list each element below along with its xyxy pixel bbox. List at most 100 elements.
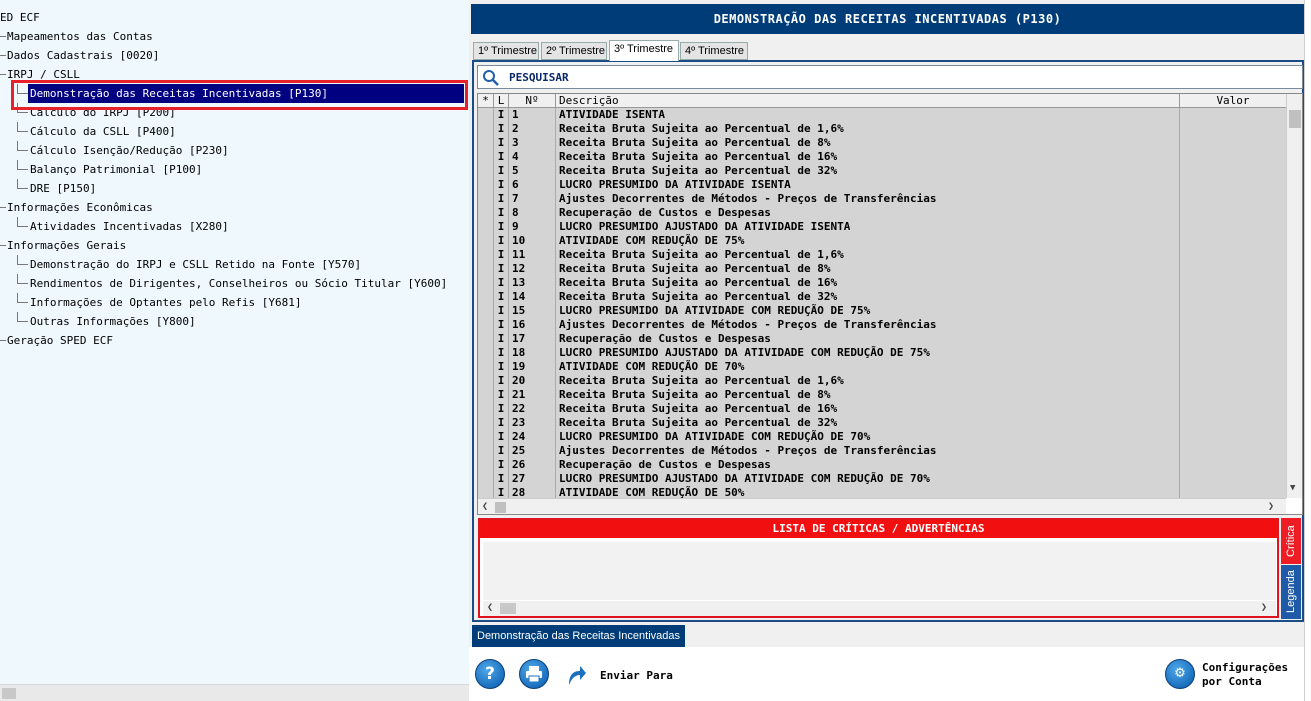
table-row[interactable]: I 8 Recuperação de Custos e Despesas <box>478 206 1286 220</box>
header-l[interactable]: L <box>494 94 509 108</box>
cell-number[interactable]: 1 <box>509 108 556 122</box>
cell-description[interactable]: Receita Bruta Sujeita ao Percentual de 1… <box>556 374 1180 388</box>
scroll-right-icon[interactable]: ❯ <box>1261 602 1267 613</box>
cell-valor[interactable] <box>1180 234 1286 248</box>
table-row[interactable]: I 19 ATIVIDADE COM REDUÇÃO DE 70% <box>478 360 1286 374</box>
send-arrow-icon[interactable] <box>565 663 587 687</box>
tab-legenda[interactable]: Legenda <box>1281 565 1301 619</box>
tab-trimestre-4[interactable]: 4º Trimestre <box>680 42 748 60</box>
cell-description[interactable]: Receita Bruta Sujeita ao Percentual de 1… <box>556 402 1180 416</box>
table-row[interactable]: I 25 Ajustes Decorrentes de Métodos - Preç… <box>478 444 1286 458</box>
cell-description[interactable]: ATIVIDADE COM REDUÇÃO DE 70% <box>556 360 1180 374</box>
tree-node[interactable]: Informações Gerais <box>0 236 469 255</box>
cell-star[interactable] <box>478 472 494 486</box>
cell-star[interactable] <box>478 248 494 262</box>
cell-valor[interactable] <box>1180 346 1286 360</box>
cell-description[interactable]: Recuperação de Custos e Despesas <box>556 206 1180 220</box>
cell-star[interactable] <box>478 458 494 472</box>
cell-valor[interactable] <box>1180 304 1286 318</box>
cell-description[interactable]: Receita Bruta Sujeita ao Percentual de 8… <box>556 262 1180 276</box>
cell-l[interactable]: I <box>494 206 509 220</box>
cell-number[interactable]: 17 <box>509 332 556 346</box>
cell-number[interactable]: 25 <box>509 444 556 458</box>
cell-l[interactable]: I <box>494 262 509 276</box>
cell-description[interactable]: LUCRO PRESUMIDO AJUSTADO DA ATIVIDADE IS… <box>556 220 1180 234</box>
cell-number[interactable]: 9 <box>509 220 556 234</box>
cell-l[interactable]: I <box>494 178 509 192</box>
cell-description[interactable]: LUCRO PRESUMIDO AJUSTADO DA ATIVIDADE CO… <box>556 346 1180 360</box>
cell-star[interactable] <box>478 444 494 458</box>
cell-description[interactable]: Receita Bruta Sujeita ao Percentual de 8… <box>556 388 1180 402</box>
cell-l[interactable]: I <box>494 360 509 374</box>
cell-number[interactable]: 23 <box>509 416 556 430</box>
cell-star[interactable] <box>478 430 494 444</box>
header-description[interactable]: Descrição <box>556 94 1180 108</box>
tree-node[interactable]: Demonstração do IRPJ e CSLL Retido na Fo… <box>0 255 469 274</box>
cell-l[interactable]: I <box>494 346 509 360</box>
table-row[interactable]: I 1 ATIVIDADE ISENTA <box>478 108 1286 122</box>
table-row[interactable]: I 20 Receita Bruta Sujeita ao Percentual d… <box>478 374 1286 388</box>
table-row[interactable]: I 27 LUCRO PRESUMIDO AJUSTADO DA ATIVIDADE… <box>478 472 1286 486</box>
cell-valor[interactable] <box>1180 150 1286 164</box>
table-row[interactable]: I 11 Receita Bruta Sujeita ao Percentual d… <box>478 248 1286 262</box>
cell-star[interactable] <box>478 234 494 248</box>
cell-number[interactable]: 8 <box>509 206 556 220</box>
table-row[interactable]: I 10 ATIVIDADE COM REDUÇÃO DE 75% <box>478 234 1286 248</box>
cell-valor[interactable] <box>1180 472 1286 486</box>
scroll-left-icon[interactable]: ❮ <box>487 602 493 613</box>
table-row[interactable]: I 14 Receita Bruta Sujeita ao Percentual d… <box>478 290 1286 304</box>
cell-number[interactable]: 13 <box>509 276 556 290</box>
cell-star[interactable] <box>478 318 494 332</box>
cell-valor[interactable] <box>1180 458 1286 472</box>
table-row[interactable]: I 26 Recuperação de Custos e Despesas <box>478 458 1286 472</box>
tree-node[interactable]: Mapeamentos das Contas <box>0 27 469 46</box>
tree-node[interactable]: Cálculo da CSLL [P400] <box>0 122 469 141</box>
cell-star[interactable] <box>478 220 494 234</box>
table-row[interactable]: I 24 LUCRO PRESUMIDO DA ATIVIDADE COM REDU… <box>478 430 1286 444</box>
cell-l[interactable]: I <box>494 248 509 262</box>
cell-star[interactable] <box>478 192 494 206</box>
tree-node[interactable]: Cálculo Isenção/Redução [P230] <box>0 141 469 160</box>
tree-node[interactable]: Informações de Optantes pelo Refis [Y681… <box>0 293 469 312</box>
cell-description[interactable]: ATIVIDADE ISENTA <box>556 108 1180 122</box>
cell-l[interactable]: I <box>494 136 509 150</box>
tree-node[interactable]: Geração SPED ECF <box>0 331 469 350</box>
cell-number[interactable]: 22 <box>509 402 556 416</box>
cell-l[interactable]: I <box>494 164 509 178</box>
cell-valor[interactable] <box>1180 290 1286 304</box>
cell-valor[interactable] <box>1180 220 1286 234</box>
scroll-down-icon[interactable]: ▼ <box>1290 483 1295 493</box>
help-button[interactable]: ? <box>475 659 505 689</box>
cell-description[interactable]: ATIVIDADE COM REDUÇÃO DE 75% <box>556 234 1180 248</box>
tree-node[interactable]: Rendimentos de Dirigentes, Conselheiros … <box>0 274 469 293</box>
table-row[interactable]: I 7 Ajustes Decorrentes de Métodos - Preço… <box>478 192 1286 206</box>
print-button[interactable] <box>519 659 549 689</box>
cell-valor[interactable] <box>1180 430 1286 444</box>
cell-star[interactable] <box>478 276 494 290</box>
cell-description[interactable]: Receita Bruta Sujeita ao Percentual de 1… <box>556 122 1180 136</box>
cell-valor[interactable] <box>1180 332 1286 346</box>
cell-valor[interactable] <box>1180 374 1286 388</box>
cell-number[interactable]: 16 <box>509 318 556 332</box>
cell-number[interactable]: 15 <box>509 304 556 318</box>
tree-node-selected[interactable]: Demonstração das Receitas Incentivadas [… <box>0 84 469 103</box>
cell-number[interactable]: 19 <box>509 360 556 374</box>
cell-description[interactable]: Receita Bruta Sujeita ao Percentual de 3… <box>556 290 1180 304</box>
cell-l[interactable]: I <box>494 458 509 472</box>
tree-node[interactable]: Dados Cadastrais [0020] <box>0 46 469 65</box>
cell-star[interactable] <box>478 108 494 122</box>
cell-star[interactable] <box>478 290 494 304</box>
cell-star[interactable] <box>478 416 494 430</box>
cell-number[interactable]: 21 <box>509 388 556 402</box>
cell-description[interactable]: Receita Bruta Sujeita ao Percentual de 8… <box>556 136 1180 150</box>
cell-star[interactable] <box>478 150 494 164</box>
cell-number[interactable]: 24 <box>509 430 556 444</box>
cell-l[interactable]: I <box>494 374 509 388</box>
tree-node[interactable]: Outras Informações [Y800] <box>0 312 469 331</box>
header-valor[interactable]: Valor <box>1180 94 1286 108</box>
cell-star[interactable] <box>478 332 494 346</box>
scrollbar-thumb[interactable] <box>1289 110 1301 128</box>
table-row[interactable]: I 6 LUCRO PRESUMIDO DA ATIVIDADE ISENTA <box>478 178 1286 192</box>
tree-node[interactable]: Atividades Incentivadas [X280] <box>0 217 469 236</box>
table-row[interactable]: I 4 Receita Bruta Sujeita ao Percentual de… <box>478 150 1286 164</box>
